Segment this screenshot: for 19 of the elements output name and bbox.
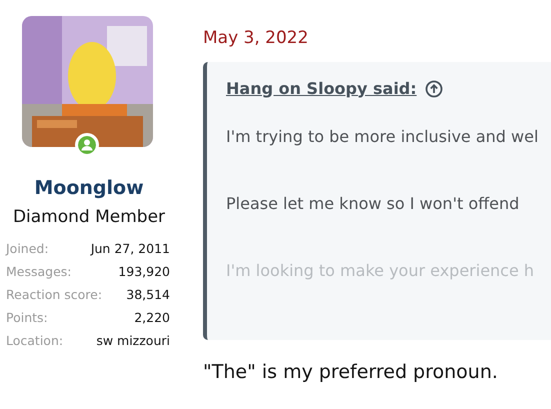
post-text: "The" is my preferred pronoun. bbox=[203, 360, 499, 384]
quote-paragraph: I'm looking to make your experience h bbox=[226, 260, 536, 282]
stat-label: Messages: bbox=[6, 263, 72, 282]
stat-label: Joined: bbox=[6, 240, 49, 258]
stat-label: Location: bbox=[6, 332, 64, 350]
arrow-up-icon[interactable] bbox=[424, 80, 443, 98]
post-date[interactable]: May 3, 2022 bbox=[203, 26, 551, 52]
quote-paragraph: I'm trying to be more inclusive and wel bbox=[226, 126, 540, 148]
stat-value: 193,920 bbox=[118, 263, 170, 282]
username[interactable]: Moonglow bbox=[0, 174, 178, 202]
stat-label: Points: bbox=[6, 309, 48, 328]
quote-paragraph: Please let me know so I won't offend bbox=[226, 192, 520, 214]
stat-value: 2,220 bbox=[134, 309, 170, 328]
stat-value: sw mizzouri bbox=[96, 332, 170, 350]
quote-author-link[interactable]: Hang on Sloopy said: bbox=[226, 76, 417, 100]
stat-label: Reaction score: bbox=[6, 286, 102, 304]
stat-value: 38,514 bbox=[126, 286, 170, 304]
user-title: Diamond Member bbox=[12, 206, 166, 228]
stat-value: Jun 27, 2011 bbox=[90, 240, 170, 258]
